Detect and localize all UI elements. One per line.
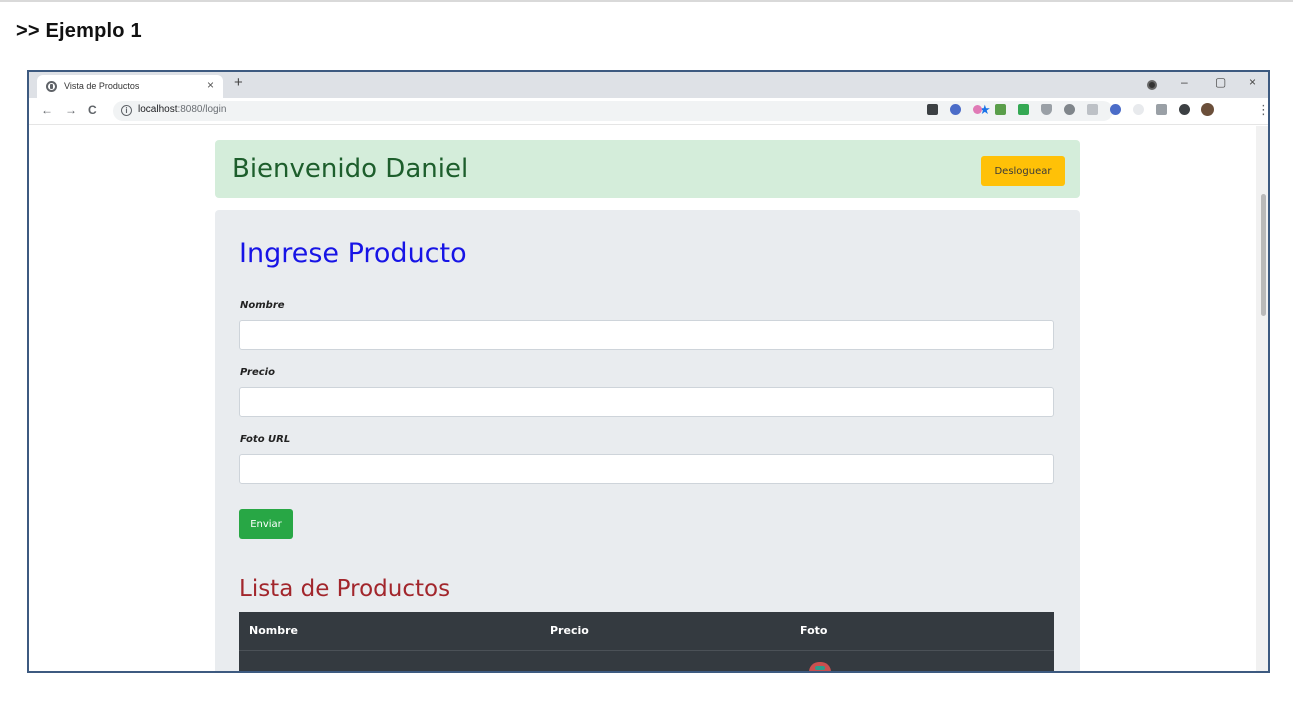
url-path: :8080/login bbox=[177, 104, 227, 115]
maximize-button[interactable]: ▢ bbox=[1215, 75, 1226, 89]
extension-icon[interactable] bbox=[973, 105, 982, 114]
tab-close-icon[interactable]: × bbox=[207, 78, 214, 92]
tab-title: Vista de Productos bbox=[64, 81, 140, 91]
info-icon[interactable]: i bbox=[121, 105, 132, 116]
document-heading: >> Ejemplo 1 bbox=[16, 20, 142, 42]
reload-button[interactable]: C bbox=[88, 103, 97, 117]
welcome-title: Bienvenido Daniel bbox=[232, 154, 469, 184]
tab-strip: Vista de Productos × + – ▢ × bbox=[29, 72, 1268, 98]
product-panel: Ingrese Producto Nombre Precio Foto URL … bbox=[215, 210, 1080, 671]
list-title: Lista de Productos bbox=[239, 576, 451, 602]
extension-icon[interactable] bbox=[927, 104, 938, 115]
logout-button[interactable]: Desloguear bbox=[981, 156, 1065, 186]
price-label: Precio bbox=[240, 367, 275, 378]
extension-icon[interactable] bbox=[1018, 104, 1029, 115]
menu-icon[interactable]: ⋮ bbox=[1257, 102, 1268, 118]
top-rule bbox=[0, 0, 1293, 2]
extension-icon[interactable] bbox=[1110, 104, 1121, 115]
extension-icon[interactable] bbox=[1064, 104, 1075, 115]
form-title: Ingrese Producto bbox=[239, 238, 467, 269]
scroll-thumb[interactable] bbox=[1261, 194, 1266, 316]
address-bar-row: ← → C i localhost:8080/login ★ ⋮ bbox=[29, 98, 1268, 125]
submit-button[interactable]: Enviar bbox=[239, 509, 293, 539]
url-host: localhost bbox=[138, 104, 178, 115]
products-table: Nombre Precio Foto bbox=[239, 612, 1054, 671]
photo-url-label: Foto URL bbox=[240, 434, 291, 445]
extension-icon[interactable] bbox=[1156, 104, 1167, 115]
profile-icon[interactable] bbox=[1147, 80, 1157, 90]
welcome-banner: Bienvenido Daniel Desloguear bbox=[215, 140, 1080, 198]
column-header-photo: Foto bbox=[800, 624, 828, 637]
url-text: localhost:8080/login bbox=[138, 104, 226, 115]
column-header-name: Nombre bbox=[249, 624, 298, 637]
price-input[interactable] bbox=[239, 387, 1054, 417]
forward-button[interactable]: → bbox=[65, 103, 77, 117]
minimize-button[interactable]: – bbox=[1181, 75, 1188, 89]
extension-icon[interactable] bbox=[995, 104, 1006, 115]
extension-icon[interactable] bbox=[950, 104, 961, 115]
table-divider bbox=[239, 650, 1054, 651]
product-photo bbox=[809, 662, 831, 671]
new-tab-button[interactable]: + bbox=[234, 74, 243, 91]
puzzle-icon[interactable] bbox=[1179, 104, 1190, 115]
browser-tab[interactable]: Vista de Productos × bbox=[37, 75, 223, 98]
extension-icon[interactable] bbox=[1041, 104, 1052, 115]
browser-window: Vista de Productos × + – ▢ × ← → C i loc… bbox=[27, 70, 1270, 673]
back-button[interactable]: ← bbox=[41, 103, 53, 117]
page-scrollbar[interactable] bbox=[1256, 126, 1268, 671]
avatar[interactable] bbox=[1201, 103, 1214, 116]
photo-url-input[interactable] bbox=[239, 454, 1054, 484]
name-input[interactable] bbox=[239, 320, 1054, 350]
column-header-price: Precio bbox=[550, 624, 589, 637]
close-window-button[interactable]: × bbox=[1249, 75, 1256, 89]
extension-icon[interactable] bbox=[1087, 104, 1098, 115]
name-label: Nombre bbox=[240, 300, 285, 311]
globe-icon bbox=[46, 81, 57, 92]
omnibox[interactable]: i localhost:8080/login ★ bbox=[113, 101, 1113, 121]
extension-icon[interactable] bbox=[1133, 104, 1144, 115]
